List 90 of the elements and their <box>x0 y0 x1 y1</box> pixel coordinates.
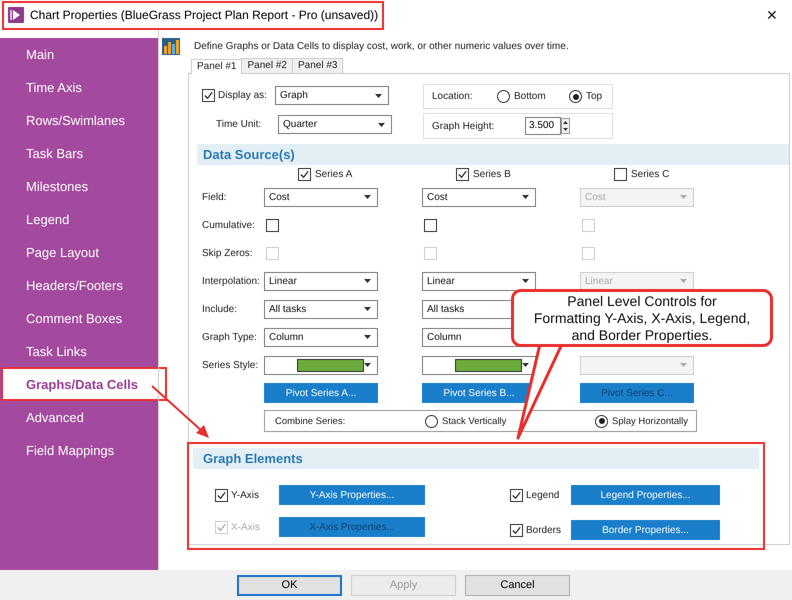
field-label: Cumulative: <box>202 220 256 230</box>
tab[interactable]: Panel #2 <box>241 58 293 73</box>
checkbox[interactable] <box>614 168 627 180</box>
field-label: Graph Type: <box>202 332 258 342</box>
checkbox-label: Y-Axis <box>230 490 260 500</box>
close-button[interactable]: ✕ <box>766 7 778 23</box>
checkbox[interactable] <box>510 524 523 536</box>
checkbox[interactable] <box>424 218 437 232</box>
field-label: Include: <box>202 304 238 314</box>
tab[interactable]: Panel #3 <box>292 58 344 73</box>
dropdown[interactable]: Column <box>264 328 378 346</box>
caret-icon <box>375 94 382 98</box>
dropdown[interactable]: Quarter <box>278 115 392 134</box>
sidebar-item[interactable]: Task Links <box>0 335 158 368</box>
field-label: Display as: <box>217 90 268 101</box>
sidebar-item[interactable]: Page Layout <box>0 236 158 269</box>
sidebar-item[interactable]: Rows/Swimlanes <box>0 104 158 137</box>
description-text: Define Graphs or Data Cells to display cost, work, or other numeric values over time. <box>194 41 569 52</box>
number-field[interactable]: 3.500 <box>525 117 561 135</box>
caret-icon <box>378 122 385 126</box>
sidebar-item[interactable]: Milestones <box>0 170 158 203</box>
dropdown[interactable]: Linear <box>422 272 536 290</box>
option-label: Top <box>586 91 602 102</box>
spinner-icon[interactable] <box>561 118 570 134</box>
tab[interactable]: Panel #1 <box>191 59 242 74</box>
caret-icon <box>522 195 529 199</box>
checkbox[interactable] <box>215 488 228 502</box>
checkbox[interactable] <box>456 168 469 180</box>
caret-icon <box>522 363 529 367</box>
caret-icon <box>364 195 371 199</box>
chart-icon <box>162 38 180 55</box>
caret-icon <box>364 335 371 339</box>
sidebar-item[interactable]: Main <box>0 38 158 71</box>
field-label: Skip Zeros: <box>202 248 254 258</box>
checkbox[interactable] <box>266 218 279 232</box>
app-icon <box>8 7 24 23</box>
checkbox-label: Legend <box>525 490 560 500</box>
option-label: Splay Horizontally <box>612 416 688 426</box>
series-label: Series B <box>473 168 511 180</box>
caret-icon <box>680 279 687 283</box>
sidebar-item[interactable]: Headers/Footers <box>0 269 158 302</box>
field-label: Combine Series: <box>275 416 346 426</box>
field-label: Field: <box>202 192 228 202</box>
dropdown[interactable] <box>422 356 536 374</box>
sidebar-item[interactable]: Task Bars <box>0 137 158 170</box>
field-label: Interpolation: <box>202 276 261 286</box>
checkbox-label: X-Axis <box>230 522 261 532</box>
caret-icon <box>522 279 529 283</box>
option-label: Stack Vertically <box>442 416 506 426</box>
dialog-button[interactable]: Cancel <box>465 574 570 596</box>
dialog-button[interactable]: OK <box>237 574 342 596</box>
dropdown[interactable] <box>264 356 378 374</box>
dropdown[interactable]: Cost <box>264 188 378 206</box>
field-label: Graph Height: <box>432 120 494 132</box>
dropdown[interactable]: Cost <box>422 188 536 206</box>
checkbox[interactable] <box>510 488 523 502</box>
callout-text: Panel Level Controls for Formatting Y-Axis, X-Axis, Legend, and Border Properties. <box>533 292 751 344</box>
dropdown[interactable]: Graph <box>275 86 389 105</box>
sidebar-item[interactable]: Time Axis <box>0 71 158 104</box>
dropdown[interactable]: Linear <box>264 272 378 290</box>
properties-button[interactable]: Border Properties... <box>571 520 720 540</box>
dropdown[interactable]: All tasks <box>264 300 378 318</box>
caret-icon <box>364 279 371 283</box>
caret-icon <box>364 363 371 367</box>
sidebar-item[interactable]: Comment Boxes <box>0 302 158 335</box>
pivot-button[interactable]: Pivot Series A... <box>264 383 378 404</box>
field-label: Series Style: <box>202 360 260 370</box>
caret-icon <box>680 363 687 367</box>
series-label: Series A <box>315 168 352 180</box>
properties-button[interactable]: Legend Properties... <box>571 485 720 505</box>
series-label: Series C <box>631 168 670 180</box>
window-title: Chart Properties (BlueGrass Project Plan Report - Pro (unsaved)) <box>30 8 378 22</box>
sidebar-item[interactable]: Advanced <box>0 401 158 434</box>
sidebar-item[interactable]: Field Mappings <box>0 434 158 467</box>
radio-button[interactable] <box>425 414 438 428</box>
option-label: Bottom <box>514 91 546 102</box>
properties-button[interactable]: Y-Axis Properties... <box>279 485 425 505</box>
radio-button[interactable] <box>595 414 608 428</box>
sidebar-item[interactable]: Legend <box>0 203 158 236</box>
field-label: Location: <box>432 91 474 102</box>
field-label: Time Unit: <box>216 119 262 130</box>
caret-icon <box>680 195 687 199</box>
caret-icon <box>364 307 371 311</box>
checkbox-label: Borders <box>525 524 562 536</box>
radio-button[interactable] <box>497 90 510 103</box>
section-header: Graph Elements <box>193 448 759 469</box>
checkbox[interactable] <box>202 89 215 102</box>
section-header: Data Source(s) <box>197 144 789 165</box>
checkbox[interactable] <box>298 168 311 180</box>
radio-button[interactable] <box>569 90 582 103</box>
